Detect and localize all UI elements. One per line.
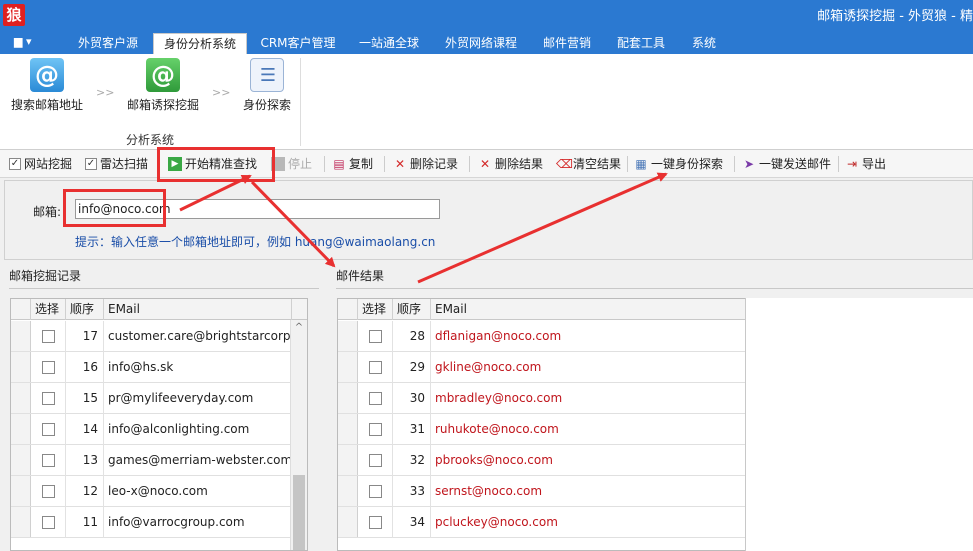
annotation-arrows xyxy=(179,172,668,284)
